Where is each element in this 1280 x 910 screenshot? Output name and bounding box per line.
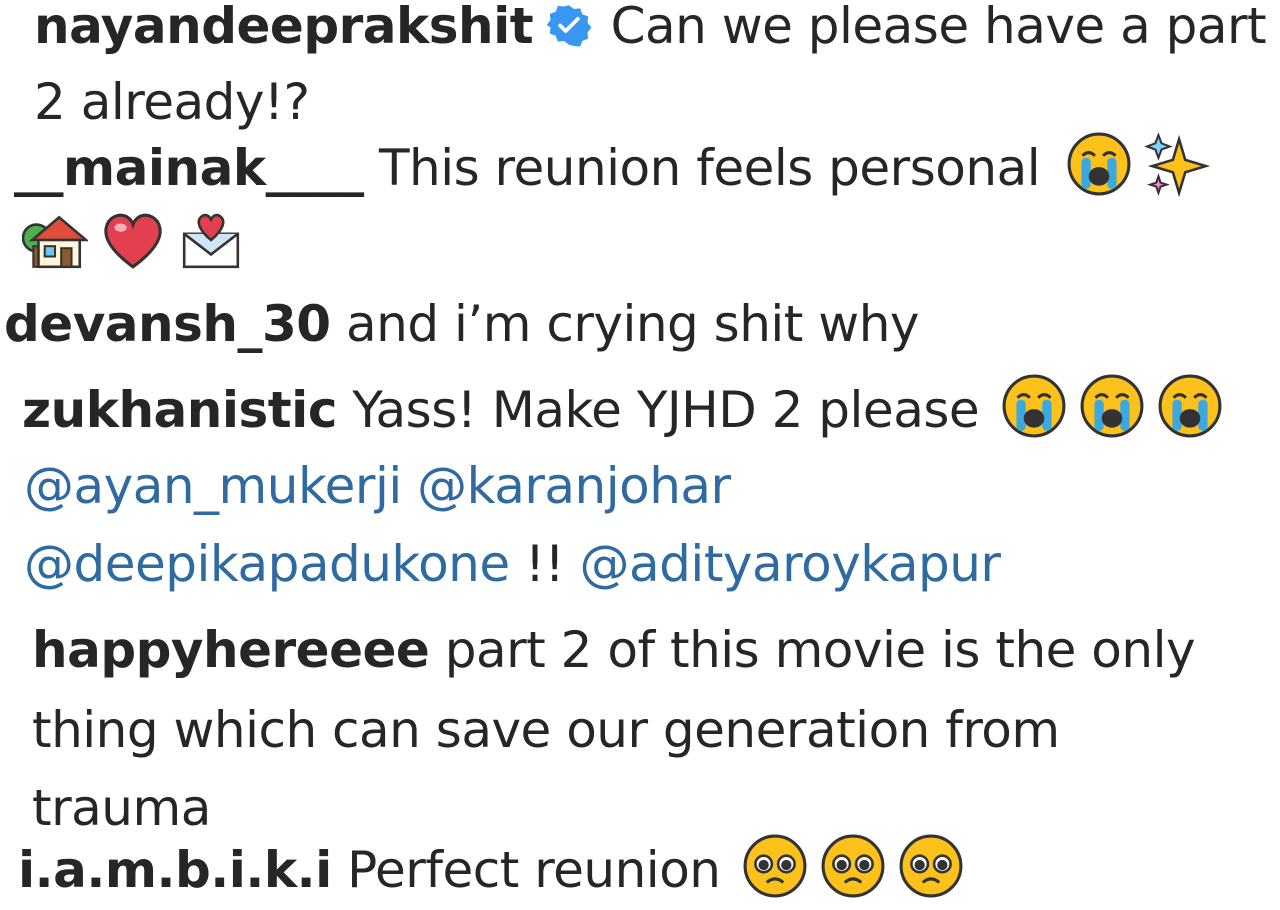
comment-3: devansh_30 and i’m crying shit why xyxy=(4,284,919,364)
comment-4-mentions-2: @deepikapadukone !! @adityaroykapur xyxy=(24,524,1001,604)
comment-5-continued: thing which can save our generation from xyxy=(32,690,1060,770)
house-with-garden-icon xyxy=(22,207,88,273)
loudly-crying-face-icon xyxy=(1066,131,1132,197)
loudly-crying-face-icon xyxy=(1001,373,1067,439)
comment-text: trauma xyxy=(32,779,211,837)
pleading-face-icon xyxy=(820,833,886,899)
pleading-face-icon xyxy=(742,833,808,899)
comment-text: Yass! Make YJHD 2 please xyxy=(352,381,980,439)
comment-text: !! xyxy=(525,535,565,593)
sparkles-icon xyxy=(1143,131,1210,197)
comment-2-emoji-row xyxy=(22,204,256,284)
love-letter-icon xyxy=(178,207,244,273)
comment-5: happyhereeee part 2 of this movie is the… xyxy=(32,610,1196,690)
comment-username[interactable]: happyhereeee xyxy=(32,621,430,679)
comment-text: Perfect reunion xyxy=(347,841,721,899)
comment-text: 2 already!? xyxy=(34,73,310,131)
loudly-crying-face-icon xyxy=(1079,373,1145,439)
mention-link[interactable]: @adityaroykapur xyxy=(580,535,1001,593)
comment-text: and i’m crying shit why xyxy=(345,295,920,353)
comment-text: part 2 of this movie is the only xyxy=(444,621,1196,679)
loudly-crying-face-icon xyxy=(1157,373,1223,439)
comment-username[interactable]: i.a.m.b.i.k.i xyxy=(18,841,332,899)
mention-link[interactable]: @karanjohar xyxy=(417,457,731,515)
comment-6: i.a.m.b.i.k.i Perfect reunion xyxy=(18,830,976,910)
comment-4-mentions-1: @ayan_mukerji @karanjohar xyxy=(24,446,731,526)
comment-username[interactable]: zukhanistic xyxy=(22,381,337,439)
comment-text: Can we please have a part xyxy=(610,0,1267,55)
verified-badge-icon xyxy=(547,3,592,47)
comment-1: nayandeeprakshit Can we please have a pa… xyxy=(34,0,1267,66)
mention-link[interactable]: @deepikapadukone xyxy=(24,535,510,593)
comment-username[interactable]: nayandeeprakshit xyxy=(34,0,534,55)
comment-username[interactable]: devansh_30 xyxy=(4,295,331,353)
comment-text: thing which can save our generation from xyxy=(32,701,1060,759)
comment-username[interactable]: __mainak____ xyxy=(14,139,364,197)
red-heart-icon xyxy=(100,207,166,273)
comment-2: __mainak____ This reunion feels personal xyxy=(14,128,1222,208)
pleading-face-icon xyxy=(898,833,964,899)
comment-text: This reunion feels personal xyxy=(378,139,1041,197)
mention-link[interactable]: @ayan_mukerji xyxy=(24,457,402,515)
comment-4: zukhanistic Yass! Make YJHD 2 please xyxy=(22,370,1235,450)
